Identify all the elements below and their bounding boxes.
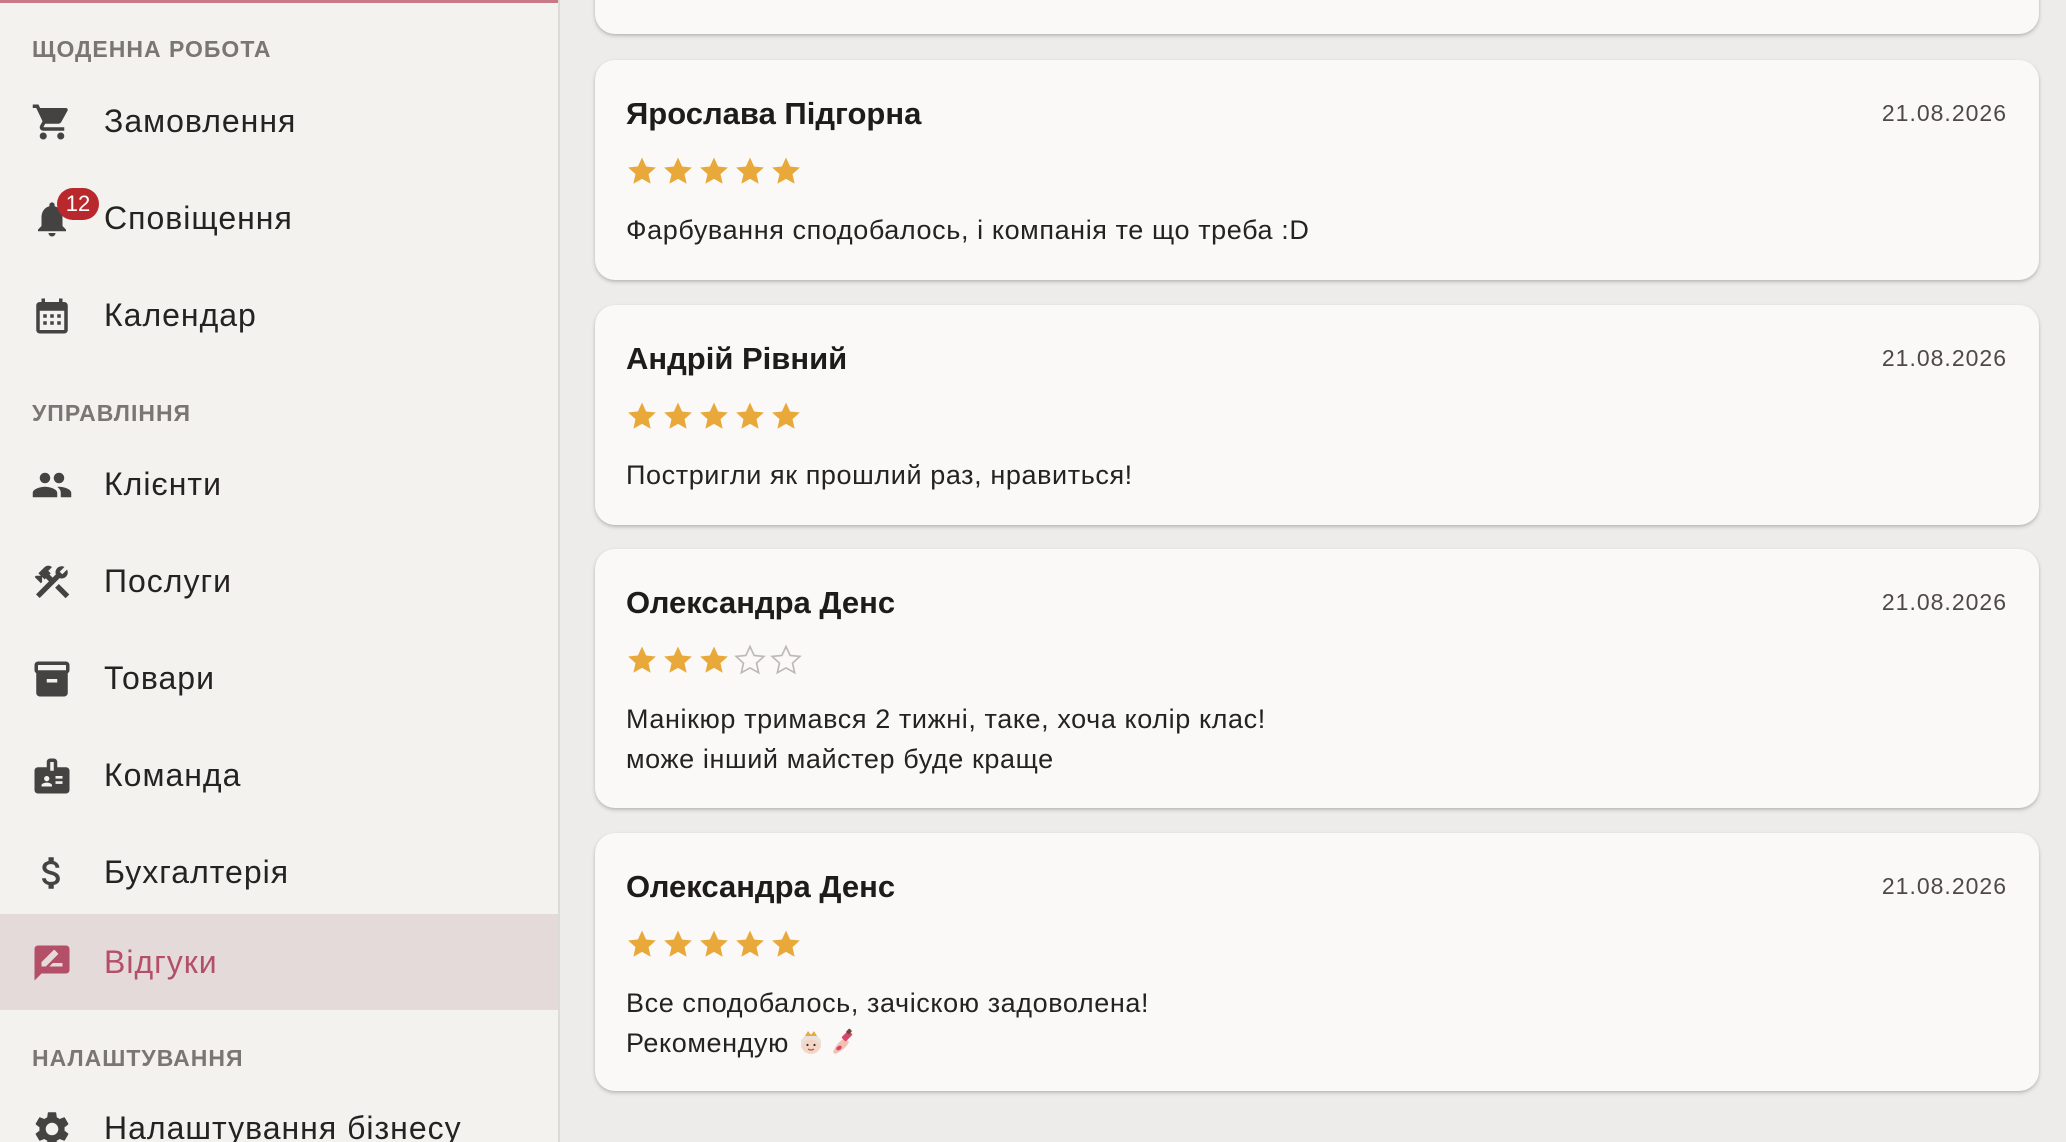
archive-box-icon xyxy=(31,658,73,700)
star-filled-icon xyxy=(700,930,728,957)
sidebar-item-label: Команда xyxy=(104,756,242,793)
star-filled-icon xyxy=(772,157,800,184)
star-filled-icon xyxy=(628,930,656,957)
star-rating xyxy=(625,399,803,433)
review-card: Олександра Денс 21.08.2026 Манікюр трима… xyxy=(595,549,2039,808)
section-label-daily-work: ЩОДЕННА РОБОТА xyxy=(32,36,272,62)
sidebar-item-business-settings[interactable]: Налаштування бізнесу xyxy=(0,1080,558,1142)
review-card: Олександра Денс 21.08.2026 Все сподобало… xyxy=(595,833,2039,1091)
star-empty-icon xyxy=(770,644,802,675)
star-filled-icon xyxy=(628,402,656,429)
star-filled-icon xyxy=(736,930,764,957)
review-text-content: Все сподобалось, зачіскою задоволена! Ре… xyxy=(626,988,1150,1058)
reviewer-name: Олександра Денс xyxy=(626,869,896,904)
star-filled-icon xyxy=(736,402,764,429)
sidebar-item-services[interactable]: Послуги xyxy=(0,533,558,629)
review-text: Манікюр тримався 2 тижні, таке, хоча кол… xyxy=(626,704,1266,774)
star-rating xyxy=(625,154,803,188)
star-rating xyxy=(625,927,803,961)
star-filled-icon xyxy=(772,930,800,957)
review-card: Ярослава Підгорна 21.08.2026 Фарбування … xyxy=(595,60,2039,280)
star-filled-icon xyxy=(664,646,692,673)
gear-icon xyxy=(31,1108,73,1142)
tools-icon xyxy=(31,561,73,603)
review-date: 21.08.2026 xyxy=(1881,345,2007,371)
sidebar-item-label: Налаштування бізнесу xyxy=(104,1109,462,1142)
people-icon xyxy=(31,464,73,506)
section-label-management: УПРАВЛІННЯ xyxy=(32,400,192,426)
sidebar-item-orders[interactable]: Замовлення xyxy=(0,73,558,169)
star-filled-icon xyxy=(772,402,800,429)
review-card: Андрій Рівний 21.08.2026 Постригли як пр… xyxy=(595,305,2039,525)
review-date: 21.08.2026 xyxy=(1881,873,2007,899)
sidebar-item-label: Бухгалтерія xyxy=(104,853,290,890)
review-text: Все сподобалось, зачіскою задоволена! Ре… xyxy=(626,983,1149,1063)
review-date: 21.08.2026 xyxy=(1881,589,2007,615)
star-filled-icon xyxy=(700,157,728,184)
badge-id-icon xyxy=(31,755,73,797)
sidebar-item-reviews[interactable]: Відгуки xyxy=(0,914,558,1010)
sidebar-item-accounting[interactable]: Бухгалтерія xyxy=(0,824,558,920)
sidebar-item-notifications[interactable]: 12 Сповіщення xyxy=(0,170,558,266)
star-filled-icon xyxy=(736,157,764,184)
reviews-list: Ярослава Підгорна 21.08.2026 Фарбування … xyxy=(560,0,2066,1142)
star-filled-icon xyxy=(628,646,656,673)
section-label-settings: НАЛАШТУВАННЯ xyxy=(32,1045,244,1071)
star-filled-icon xyxy=(700,402,728,429)
sidebar-item-calendar[interactable]: Календар xyxy=(0,267,558,363)
sidebar-item-label: Послуги xyxy=(104,562,233,599)
review-text: Постригли як прошлий раз, нравиться! xyxy=(626,460,1133,490)
sidebar-item-label: Замовлення xyxy=(104,102,297,139)
review-date: 21.08.2026 xyxy=(1881,100,2007,126)
sidebar-top-accent xyxy=(0,0,558,3)
sidebar-item-products[interactable]: Товари xyxy=(0,630,558,726)
review-text: Фарбування сподобалось, і компанія те що… xyxy=(626,215,1310,245)
sidebar-item-label: Клієнти xyxy=(104,465,222,502)
calendar-icon xyxy=(31,295,73,337)
sidebar-item-label: Відгуки xyxy=(104,943,218,980)
star-filled-icon xyxy=(628,157,656,184)
review-icon xyxy=(31,942,73,984)
star-empty-icon xyxy=(734,644,766,675)
princess-emoji xyxy=(801,1031,822,1054)
sidebar-item-label: Календар xyxy=(104,296,257,333)
star-rating xyxy=(625,643,803,677)
star-filled-icon xyxy=(664,930,692,957)
reviewer-name: Ярослава Підгорна xyxy=(626,96,922,131)
star-filled-icon xyxy=(664,157,692,184)
reviewer-name: Андрій Рівний xyxy=(626,341,848,376)
sidebar-item-label: Товари xyxy=(104,659,215,696)
reviewer-name: Олександра Денс xyxy=(626,585,896,620)
sidebar: ЩОДЕННА РОБОТА Замовлення 12 Сповіщення … xyxy=(0,0,560,1142)
dollar-icon xyxy=(31,852,73,894)
cart-icon xyxy=(31,101,73,143)
star-filled-icon xyxy=(700,646,728,673)
nail-polish-emoji xyxy=(833,1028,853,1054)
sidebar-item-clients[interactable]: Клієнти xyxy=(0,436,558,532)
star-filled-icon xyxy=(664,402,692,429)
review-card-previous xyxy=(595,0,2039,34)
notification-count-badge: 12 xyxy=(57,188,99,220)
sidebar-item-label: Сповіщення xyxy=(104,199,293,236)
sidebar-item-team[interactable]: Команда xyxy=(0,727,558,823)
